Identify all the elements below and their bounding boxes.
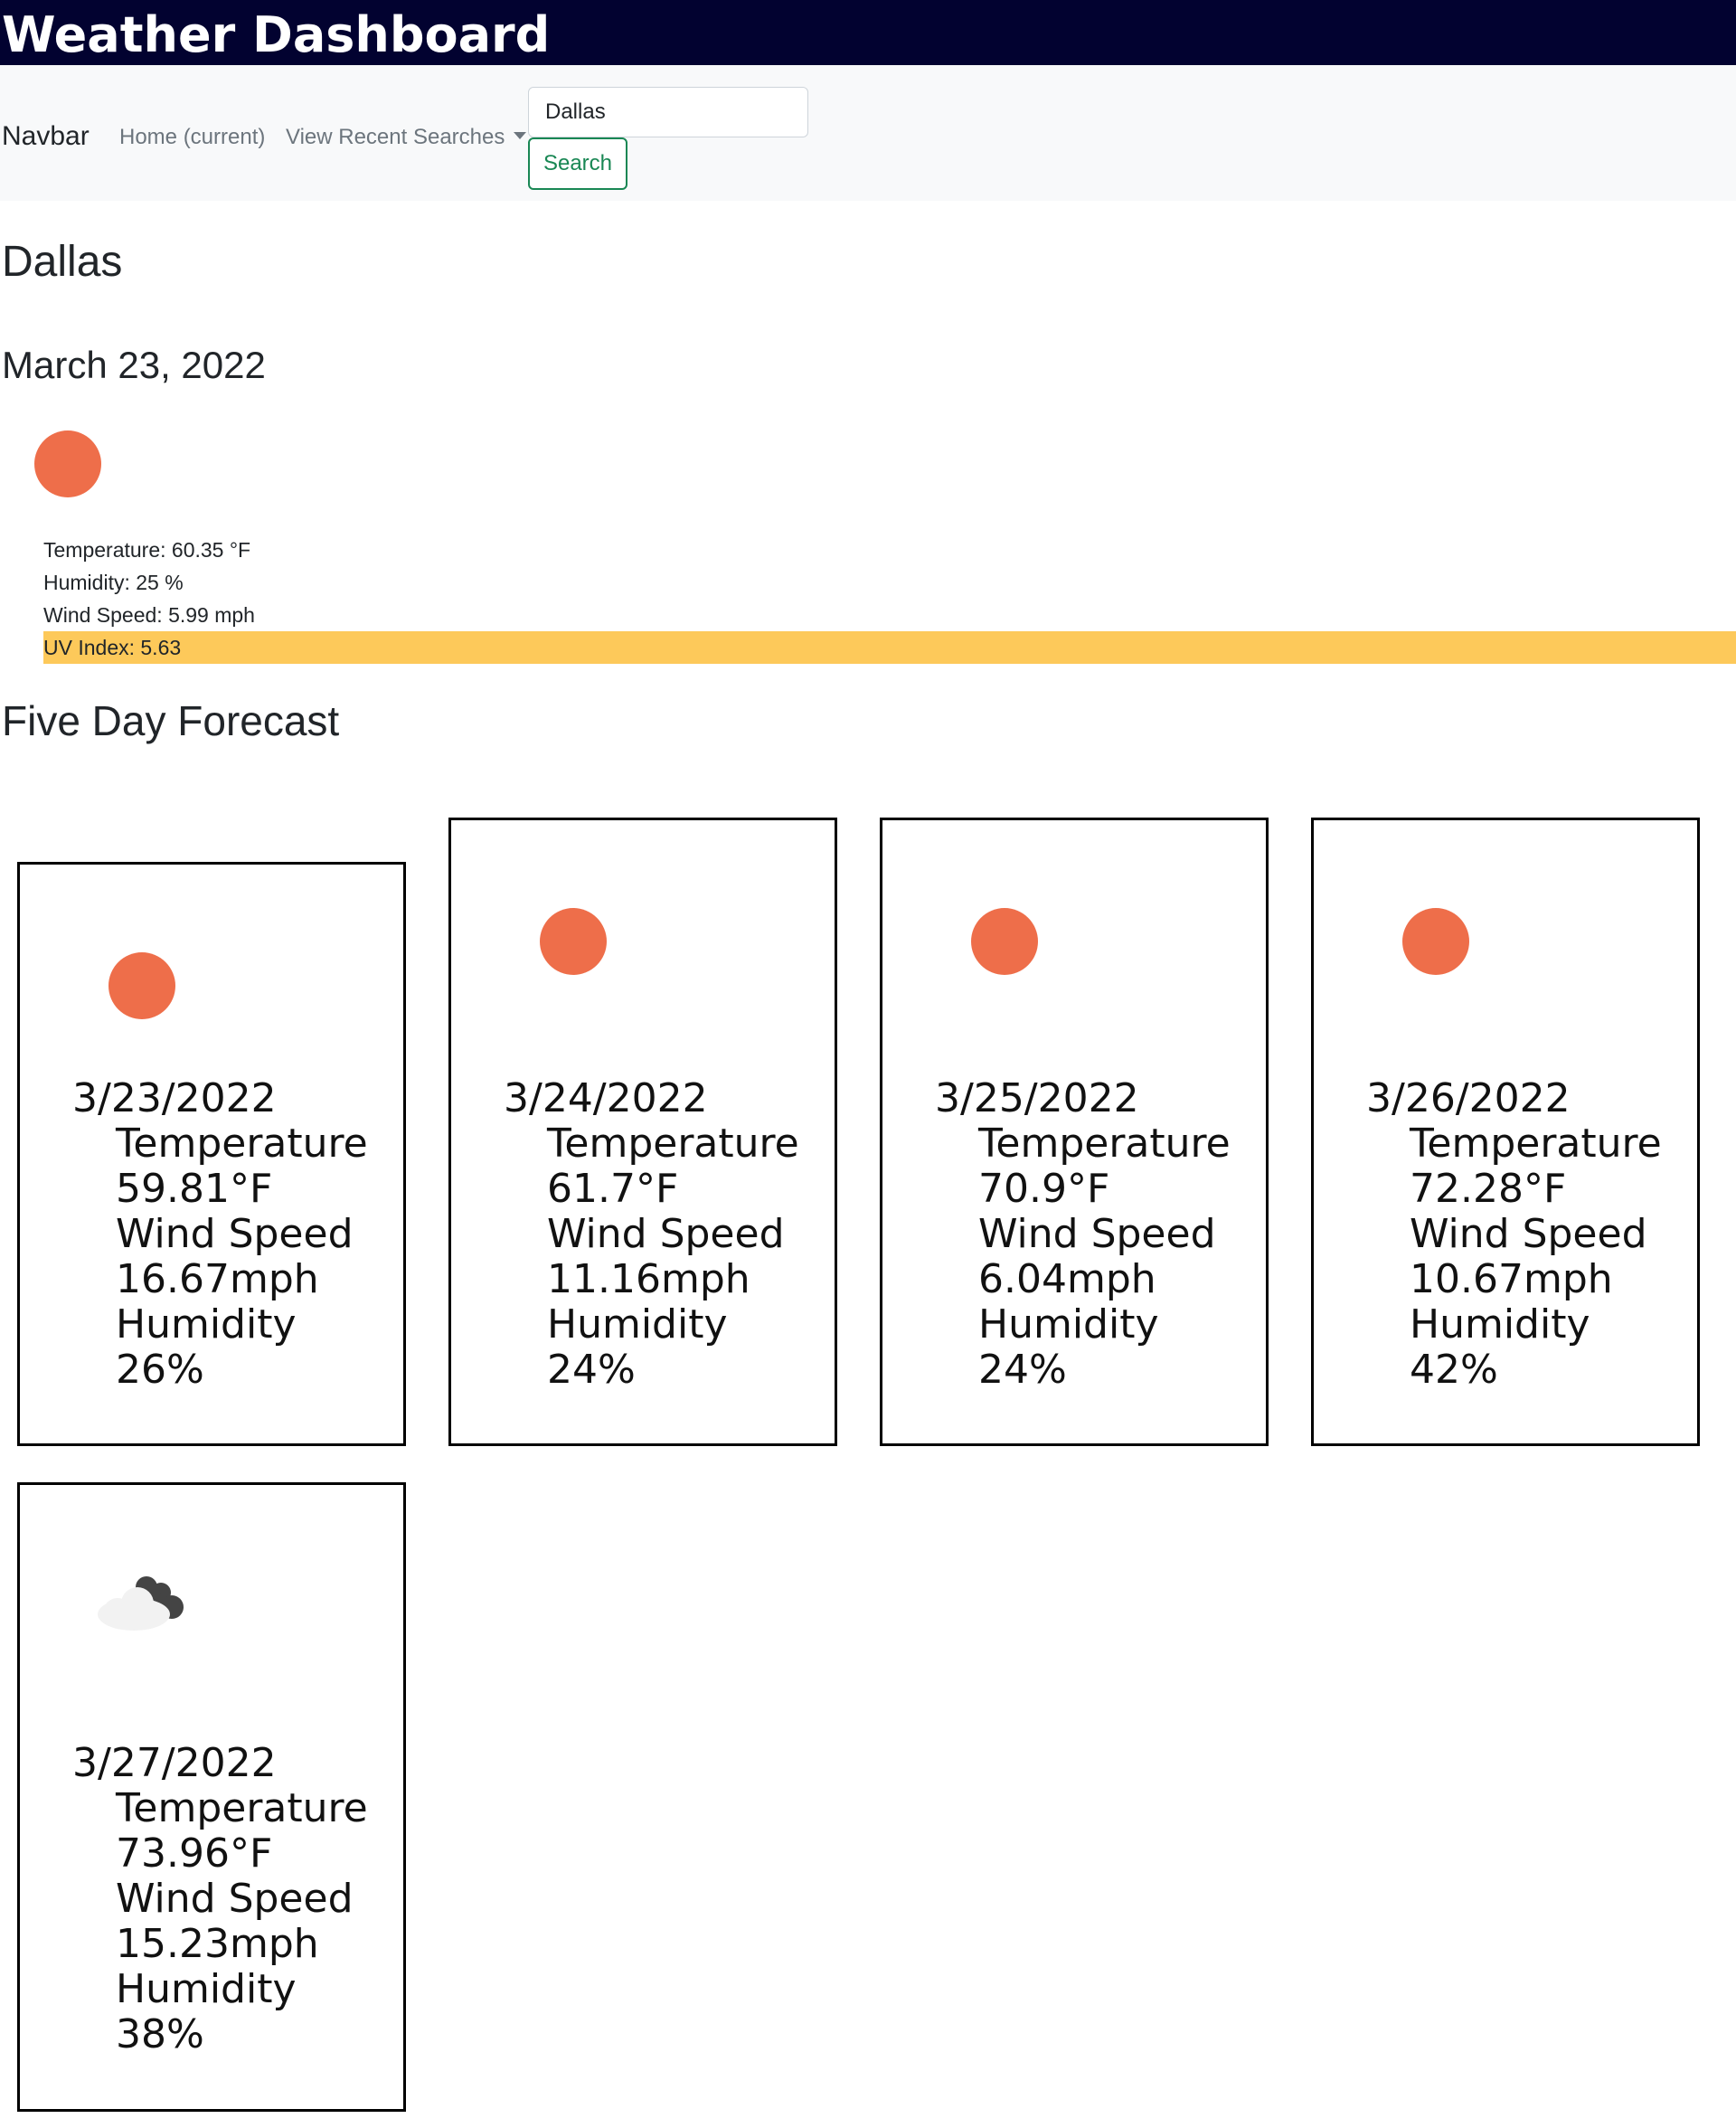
forecast-wind: 15.23mph <box>116 1921 319 1967</box>
forecast-wind: 6.04mph <box>978 1256 1156 1302</box>
current-city: Dallas <box>2 238 123 286</box>
forecast-humidity: 24% <box>978 1347 1067 1393</box>
forecast-temp-label: Temperature <box>1410 1121 1662 1167</box>
nav-recent-searches-dropdown[interactable]: View Recent Searches <box>286 125 527 150</box>
current-date: March 23, 2022 <box>2 344 266 386</box>
forecast-temp: 70.9°F <box>978 1166 1110 1212</box>
forecast-card-text: 3/23/2022 Temperature 59.81°F Wind Speed… <box>72 1076 368 1393</box>
navbar-brand[interactable]: Navbar <box>2 121 90 152</box>
forecast-wind: 16.67mph <box>116 1256 319 1302</box>
nav-home-link[interactable]: Home (current) <box>119 125 265 150</box>
sun-icon <box>971 908 1038 975</box>
forecast-humidity-label: Humidity <box>547 1301 728 1348</box>
forecast-card-text: 3/26/2022 Temperature 72.28°F Wind Speed… <box>1366 1076 1662 1393</box>
navbar: Navbar Home (current) View Recent Search… <box>0 65 1736 201</box>
forecast-card: 3/23/2022 Temperature 59.81°F Wind Speed… <box>17 862 406 1446</box>
forecast-card: 3/25/2022 Temperature 70.9°F Wind Speed … <box>880 818 1269 1446</box>
sun-icon <box>540 908 607 975</box>
forecast-humidity-label: Humidity <box>116 1966 297 2012</box>
forecast-date: 3/23/2022 <box>72 1075 277 1121</box>
forecast-humidity: 24% <box>547 1347 636 1393</box>
forecast-temp-label: Temperature <box>547 1121 799 1167</box>
forecast-date: 3/26/2022 <box>1366 1075 1571 1121</box>
forecast-temp-label: Temperature <box>116 1785 368 1831</box>
forecast-wind: 10.67mph <box>1410 1256 1613 1302</box>
forecast-date: 3/27/2022 <box>72 1740 277 1786</box>
forecast-card: 3/26/2022 Temperature 72.28°F Wind Speed… <box>1311 818 1700 1446</box>
chevron-down-icon <box>514 131 527 139</box>
current-humidity: Humidity: 25 % <box>43 571 184 594</box>
current-wind-speed: Wind Speed: 5.99 mph <box>43 603 255 627</box>
forecast-wind: 11.16mph <box>547 1256 750 1302</box>
forecast-humidity: 26% <box>116 1347 204 1393</box>
current-temperature: Temperature: 60.35 °F <box>43 538 251 562</box>
forecast-date: 3/24/2022 <box>504 1075 708 1121</box>
sun-icon <box>34 430 101 497</box>
forecast-humidity: 42% <box>1410 1347 1498 1393</box>
forecast-card-text: 3/27/2022 Temperature 73.96°F Wind Speed… <box>72 1741 368 2057</box>
forecast-wind-label: Wind Speed <box>547 1211 785 1257</box>
forecast-humidity: 38% <box>116 2011 204 2057</box>
page-title: Weather Dashboard <box>0 0 1736 65</box>
forecast-card: 3/27/2022 Temperature 73.96°F Wind Speed… <box>17 1482 406 2112</box>
current-details: Temperature: 60.35 °F Humidity: 25 % Win… <box>43 534 1736 664</box>
sun-icon <box>108 952 175 1019</box>
current-uv-index: UV Index: 5.63 <box>43 631 1736 664</box>
nav-recent-label: View Recent Searches <box>286 125 505 149</box>
forecast-card: 3/24/2022 Temperature 61.7°F Wind Speed … <box>448 818 837 1446</box>
forecast-wind-label: Wind Speed <box>978 1211 1216 1257</box>
forecast-humidity-label: Humidity <box>116 1301 297 1348</box>
search-input[interactable] <box>528 87 808 137</box>
sun-icon <box>1402 908 1469 975</box>
forecast-date: 3/25/2022 <box>935 1075 1139 1121</box>
forecast-temp: 73.96°F <box>116 1830 273 1877</box>
forecast-humidity-label: Humidity <box>1410 1301 1590 1348</box>
forecast-card-text: 3/25/2022 Temperature 70.9°F Wind Speed … <box>935 1076 1231 1393</box>
forecast-card-text: 3/24/2022 Temperature 61.7°F Wind Speed … <box>504 1076 799 1393</box>
forecast-heading: Five Day Forecast <box>2 697 340 744</box>
forecast-wind-label: Wind Speed <box>116 1876 354 1922</box>
search-button[interactable]: Search <box>528 137 627 190</box>
cloud-icon <box>98 1576 184 1631</box>
forecast-temp: 72.28°F <box>1410 1166 1567 1212</box>
forecast-wind-label: Wind Speed <box>116 1211 354 1257</box>
forecast-wind-label: Wind Speed <box>1410 1211 1647 1257</box>
forecast-temp: 61.7°F <box>547 1166 679 1212</box>
forecast-temp: 59.81°F <box>116 1166 273 1212</box>
forecast-temp-label: Temperature <box>116 1121 368 1167</box>
forecast-humidity-label: Humidity <box>978 1301 1159 1348</box>
forecast-temp-label: Temperature <box>978 1121 1231 1167</box>
